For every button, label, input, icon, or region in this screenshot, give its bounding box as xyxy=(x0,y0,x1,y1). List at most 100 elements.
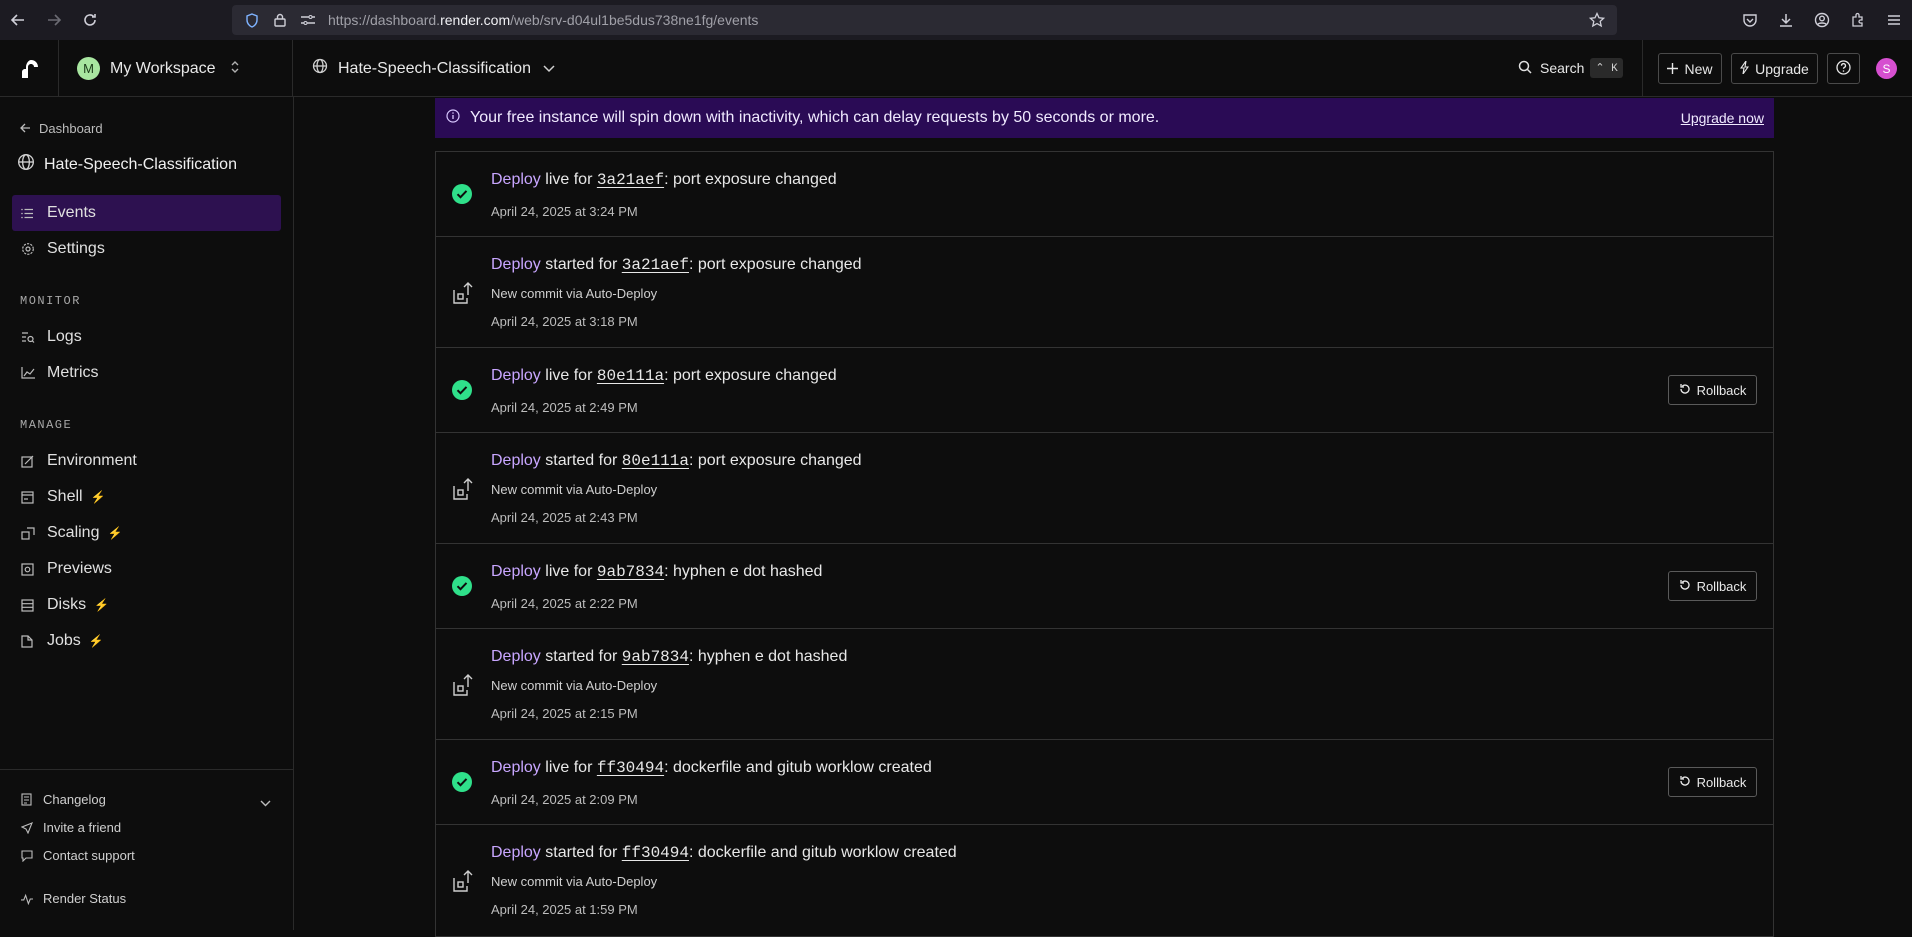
manage-section-label: MANAGE xyxy=(20,418,73,432)
rollback-button[interactable]: Rollback xyxy=(1668,375,1757,405)
check-circle-icon xyxy=(451,183,473,205)
menu-icon[interactable] xyxy=(1876,0,1912,40)
rollback-label: Rollback xyxy=(1696,382,1747,398)
event-for: for xyxy=(598,452,618,469)
user-avatar[interactable]: S xyxy=(1876,58,1897,79)
commit-hash-link[interactable]: 9ab7834 xyxy=(622,648,689,666)
sidebar-item-metrics[interactable]: Metrics xyxy=(12,355,281,391)
event-deploy-link[interactable]: Deploy xyxy=(491,844,541,861)
extensions-icon[interactable] xyxy=(1840,0,1876,40)
commit-message: : hyphen e dot hashed xyxy=(664,563,823,580)
sidebar-service-title: Hate-Speech-Classification xyxy=(17,153,237,176)
bolt-icon: ⚡ xyxy=(94,598,110,612)
rollback-label: Rollback xyxy=(1696,774,1747,790)
invite-friend-link[interactable]: Invite a friend xyxy=(21,820,121,835)
new-button[interactable]: New xyxy=(1658,53,1722,84)
pocket-icon[interactable] xyxy=(1732,0,1768,40)
service-switcher[interactable]: Hate-Speech-Classification xyxy=(312,40,555,97)
service-name: Hate-Speech-Classification xyxy=(338,59,531,77)
check-circle-icon xyxy=(451,379,473,401)
sidebar-item-shell[interactable]: Shell ⚡ xyxy=(12,479,281,515)
workspace-name: My Workspace xyxy=(110,59,216,77)
workspace-switcher[interactable]: M My Workspace xyxy=(59,40,293,97)
event-timestamp: April 24, 2025 at 1:59 PM xyxy=(491,902,638,917)
bookmark-star-icon[interactable] xyxy=(1583,5,1611,35)
send-icon xyxy=(21,821,33,834)
event-deploy-link[interactable]: Deploy xyxy=(491,759,541,776)
scaling-icon xyxy=(21,526,35,540)
render-logo-icon[interactable] xyxy=(0,40,59,97)
download-icon[interactable] xyxy=(1768,0,1804,40)
event-verb: started xyxy=(545,844,595,861)
event-row: Deploy started for 80e111a: port exposur… xyxy=(436,433,1773,544)
sidebar-item-label: Environment xyxy=(47,452,137,469)
commit-hash-link[interactable]: 3a21aef xyxy=(622,256,689,274)
event-title: Deploy started for 9ab7834: hyphen e dot… xyxy=(491,648,847,666)
help-button[interactable] xyxy=(1827,53,1860,84)
search-icon xyxy=(1518,60,1532,77)
chevron-down-icon[interactable] xyxy=(260,794,271,812)
commit-hash-link[interactable]: 3a21aef xyxy=(597,171,664,189)
rollback-button[interactable]: Rollback xyxy=(1668,571,1757,601)
back-to-dashboard-link[interactable]: Dashboard xyxy=(20,121,103,136)
event-title: Deploy live for 3a21aef: port exposure c… xyxy=(491,171,837,189)
changelog-label: Changelog xyxy=(43,792,106,807)
event-deploy-link[interactable]: Deploy xyxy=(491,648,541,665)
deploy-upload-icon xyxy=(451,477,473,500)
commit-hash-link[interactable]: 9ab7834 xyxy=(597,563,664,581)
event-subtitle: New commit via Auto-Deploy xyxy=(491,678,658,693)
account-icon[interactable] xyxy=(1804,0,1840,40)
commit-hash-link[interactable]: 80e111a xyxy=(622,452,689,470)
bolt-icon xyxy=(1740,60,1750,77)
event-deploy-link[interactable]: Deploy xyxy=(491,171,541,188)
changelog-link[interactable]: Changelog xyxy=(21,792,106,807)
event-deploy-link[interactable]: Deploy xyxy=(491,256,541,273)
event-verb: started xyxy=(545,452,595,469)
event-deploy-link[interactable]: Deploy xyxy=(491,452,541,469)
event-timestamp: April 24, 2025 at 2:49 PM xyxy=(491,400,638,415)
event-for: for xyxy=(598,648,618,665)
upgrade-button[interactable]: Upgrade xyxy=(1731,53,1818,84)
render-status-link[interactable]: Render Status xyxy=(21,891,126,906)
list-icon xyxy=(21,206,35,220)
sidebar-item-jobs[interactable]: Jobs ⚡ xyxy=(12,623,281,659)
commit-hash-link[interactable]: ff30494 xyxy=(597,759,664,777)
commit-message: : port exposure changed xyxy=(688,452,862,469)
event-verb: started xyxy=(545,648,595,665)
bolt-icon: ⚡ xyxy=(90,490,106,504)
check-circle-icon xyxy=(451,771,473,793)
upgrade-now-link[interactable]: Upgrade now xyxy=(1681,110,1764,126)
forward-arrow-icon[interactable] xyxy=(36,0,72,40)
sidebar-item-label: Previews xyxy=(47,560,112,577)
sidebar-item-label: Shell xyxy=(47,488,83,505)
url-bar[interactable]: https://dashboard.render.com/web/srv-d04… xyxy=(232,5,1617,35)
event-deploy-link[interactable]: Deploy xyxy=(491,563,541,580)
commit-hash-link[interactable]: ff30494 xyxy=(622,844,689,862)
event-title: Deploy live for ff30494: dockerfile and … xyxy=(491,759,932,777)
sidebar-item-disks[interactable]: Disks ⚡ xyxy=(12,587,281,623)
service-title-label: Hate-Speech-Classification xyxy=(44,155,237,173)
sidebar-item-previews[interactable]: Previews xyxy=(12,551,281,587)
commit-message: : port exposure changed xyxy=(664,367,837,384)
event-subtitle: New commit via Auto-Deploy xyxy=(491,286,658,301)
sidebar-item-settings[interactable]: Settings xyxy=(12,231,281,267)
chart-line-icon xyxy=(21,366,35,380)
sidebar-item-label: Disks xyxy=(47,596,87,613)
sidebar-item-events[interactable]: Events xyxy=(12,195,281,231)
sidebar-item-environment[interactable]: Environment xyxy=(12,443,281,479)
sidebar: Dashboard Hate-Speech-Classification Eve… xyxy=(0,97,294,930)
browser-toolbar: https://dashboard.render.com/web/srv-d04… xyxy=(0,0,1912,40)
event-timestamp: April 24, 2025 at 2:09 PM xyxy=(491,792,638,807)
reload-icon[interactable] xyxy=(72,0,108,40)
sidebar-item-scaling[interactable]: Scaling ⚡ xyxy=(12,515,281,551)
back-label: Dashboard xyxy=(39,121,103,136)
contact-support-link[interactable]: Contact support xyxy=(21,848,135,863)
event-deploy-link[interactable]: Deploy xyxy=(491,367,541,384)
search-button[interactable]: Search ⌃ K xyxy=(1518,58,1623,78)
event-subtitle: New commit via Auto-Deploy xyxy=(491,482,658,497)
commit-hash-link[interactable]: 80e111a xyxy=(597,367,664,385)
sidebar-item-logs[interactable]: Logs xyxy=(12,319,281,355)
shield-icon xyxy=(238,5,266,35)
back-arrow-icon[interactable] xyxy=(0,0,36,40)
rollback-button[interactable]: Rollback xyxy=(1668,767,1757,797)
